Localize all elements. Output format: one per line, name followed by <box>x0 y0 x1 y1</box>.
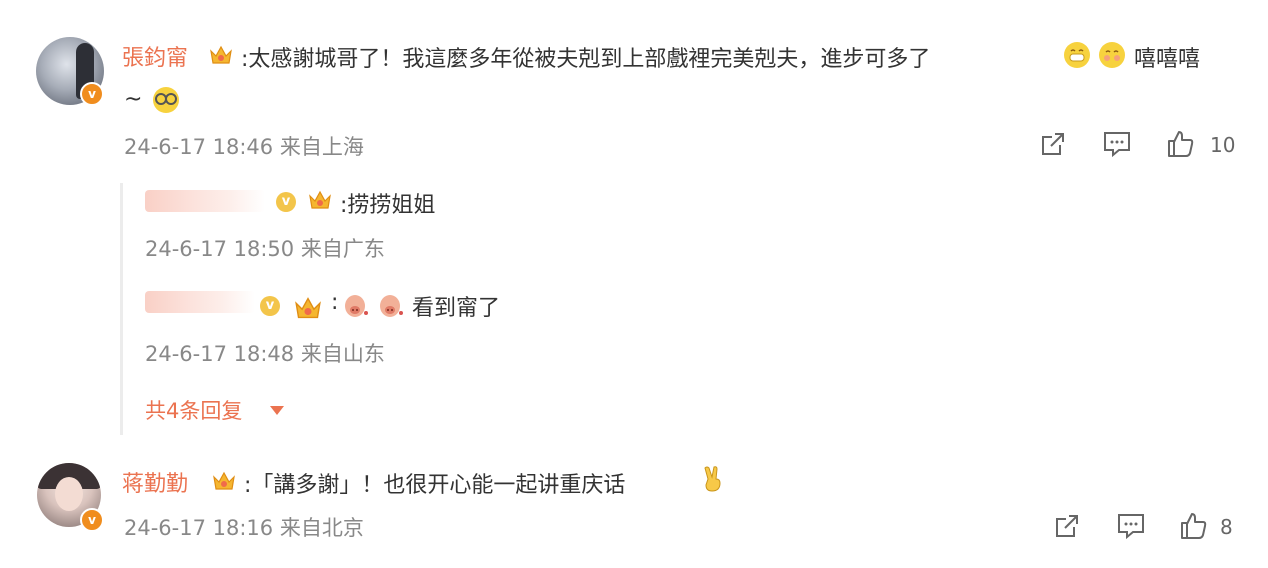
pig-nose-emoji-icon <box>345 295 368 317</box>
verified-badge-icon: v <box>80 82 104 106</box>
crown-icon <box>213 471 235 490</box>
comment-author[interactable]: 張鈞甯 <box>122 40 188 72</box>
like-count: 10 <box>1210 133 1236 157</box>
caret-down-icon[interactable] <box>270 406 284 415</box>
like-count: 8 <box>1220 515 1233 539</box>
victory-hand-emoji-icon <box>704 466 721 492</box>
reply-text: :捞捞姐姐 <box>340 193 436 218</box>
reply-author-redacted[interactable] <box>145 190 265 212</box>
crown-icon <box>309 190 331 209</box>
thumbs-up-icon[interactable] <box>1165 129 1195 159</box>
verified-badge-icon: v <box>260 296 280 316</box>
share-icon[interactable] <box>1038 129 1068 159</box>
share-icon[interactable] <box>1052 511 1082 541</box>
pig-nose-emoji-icon <box>380 295 403 317</box>
reply-author-redacted[interactable] <box>145 291 255 313</box>
verified-badge-icon: v <box>276 192 296 212</box>
comment-text: :太感謝城哥了！我這麼多年從被夫剋到上部戲裡完美剋夫，進步可多了 <box>241 47 931 72</box>
reply-meta: 24-6-17 18:48 来自山东 <box>145 342 385 366</box>
comment-icon[interactable] <box>1116 511 1146 541</box>
reply-text: 看到甯了 <box>412 296 501 321</box>
crown-icon <box>210 45 232 64</box>
comment-text-line2: ~ <box>124 87 143 112</box>
verified-badge-icon: v <box>80 508 104 532</box>
comment-meta: 24-6-17 18:46 来自上海 <box>124 135 364 159</box>
grin-emoji-icon <box>1064 42 1090 68</box>
more-replies-link[interactable]: 共4条回复 <box>145 395 242 425</box>
reply-meta: 24-6-17 18:50 来自广东 <box>145 237 385 261</box>
reply-text-prefix: : <box>331 290 339 315</box>
comment-meta: 24-6-17 18:16 来自北京 <box>124 516 364 540</box>
comment-text-suffix: 嘻嘻嘻 <box>1134 47 1201 72</box>
reply-list <box>120 183 1223 435</box>
glasses-emoji-icon <box>153 87 179 113</box>
comment-icon[interactable] <box>1102 129 1132 159</box>
thumbs-up-icon[interactable] <box>1178 511 1208 541</box>
comment-text: :「講多謝」！也很开心能一起讲重庆话 <box>244 473 626 498</box>
comment-author[interactable]: 蒋勤勤 <box>122 466 188 498</box>
crown-icon <box>295 297 321 319</box>
shy-emoji-icon <box>1099 42 1125 68</box>
